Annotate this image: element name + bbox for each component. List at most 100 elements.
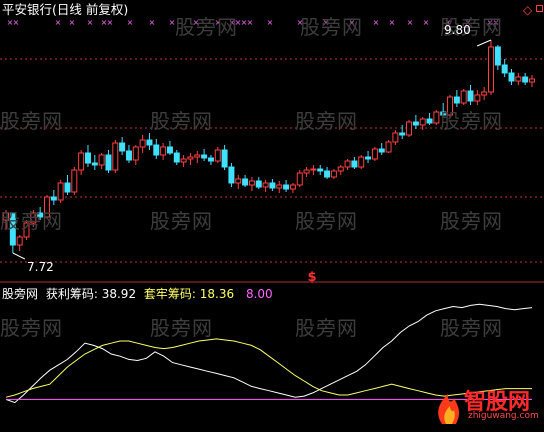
signal-dollar-marker: $ [307,270,316,285]
candle-body [337,166,344,172]
candle-body [460,90,467,104]
signal-marker: × [107,18,114,27]
candle-body [296,172,303,186]
candle-body [201,154,208,159]
candle-body [228,166,235,184]
watermark: 股旁网 [175,15,238,39]
candle-body [214,149,221,162]
candle-body [317,168,324,172]
candle-body [358,156,365,168]
trapped-chip-value: 18.36 [199,287,235,301]
signal-marker: × [87,18,94,27]
candle-body [16,236,23,246]
signal-marker: × [127,18,134,27]
signal-markers: × × × × × × × × × × × × × × × × × × × × × × × × × × × × [7,18,500,27]
candle-body [289,184,296,190]
candle-body [529,78,535,83]
watermark: 股旁网 [0,109,63,133]
watermark: 股旁网 [300,15,363,39]
candle-body [207,157,214,162]
candle-body [283,184,290,190]
candle-body [166,146,173,154]
candle-body [139,139,146,148]
candle-body [242,178,249,186]
candle-body [78,152,85,171]
candle-body [160,146,167,156]
candle-body [221,149,228,168]
low-pointer [12,252,26,260]
candle-body [235,178,242,184]
candle-body [508,72,515,82]
candle-body [392,132,399,143]
candle-body [112,142,119,171]
signal-marker: × [247,18,254,27]
candle-body [488,46,495,93]
candle-body [98,154,105,166]
candle-body [406,121,413,136]
candle-body [412,121,419,126]
candle-body [501,64,508,74]
candle-body [194,154,201,158]
logo-url: zhiguwang.com [468,411,539,421]
ref-line-value: 8.00 [245,287,273,301]
signal-marker: × [423,18,430,27]
diamond-icon[interactable]: ◇ [523,3,532,17]
candle-body [64,182,71,193]
watermark: 股旁网 [440,109,503,133]
watermark: 股旁网 [295,209,358,233]
candle-body [522,76,529,83]
candle-body [494,46,501,66]
signal-marker: × [407,18,414,27]
candle-body [262,182,269,188]
high-price-label: 9.80 [444,23,471,37]
indicator-name: 股旁网 [2,287,39,301]
watermark: 股旁网 [150,209,213,233]
candle-body [474,94,481,102]
candle-body [125,150,132,161]
candle-body [84,152,91,164]
zhigu-logo: 智股网 zhiguwang.com [432,380,544,428]
square-icon[interactable] [536,5,543,12]
signal-marker: × [13,18,20,27]
candle-body [330,170,337,178]
candle-body [419,118,426,126]
candle-body [453,96,460,104]
watermark: 股旁网 [150,316,213,340]
candle-body [351,160,358,168]
candle-body [173,152,180,163]
watermark: 股旁网 [0,316,63,340]
candle-body [248,180,255,186]
candle-body [276,184,283,189]
candle-body [433,111,440,124]
high-pointer [476,39,492,47]
watermark: 股旁网 [440,209,503,233]
candle-body [378,148,385,153]
candle-body [426,118,433,124]
candle-body [344,160,351,168]
candle-body [385,141,392,153]
indicator-legend: 股旁网 获利筹码: 38.92 套牢筹码: 18.36 8.00 [2,287,273,301]
candle-body [146,139,153,146]
signal-marker: × [267,18,274,27]
candle-body [269,182,276,189]
candle-body [187,156,194,160]
candle-body [467,90,474,102]
candle-body [50,196,57,201]
low-price-label: 7.72 [27,260,54,274]
candle-body [71,169,78,193]
candle-body [91,162,98,166]
profit-chip-label: 获利筹码: [45,287,98,301]
watermark: 股旁网 [295,316,358,340]
candle-body [399,132,406,136]
candle-body [132,146,139,161]
watermark: 股旁网 [440,316,503,340]
watermark: 股旁网 [295,109,358,133]
signal-marker: × [389,18,396,27]
candle-body [153,144,160,156]
candle-body [105,154,112,171]
candle-body [481,91,488,96]
signal-marker: × [55,18,62,27]
candle-body [310,168,317,171]
chart-title: 平安银行(日线 前复权) [2,2,129,17]
signal-marker: × [373,18,380,27]
